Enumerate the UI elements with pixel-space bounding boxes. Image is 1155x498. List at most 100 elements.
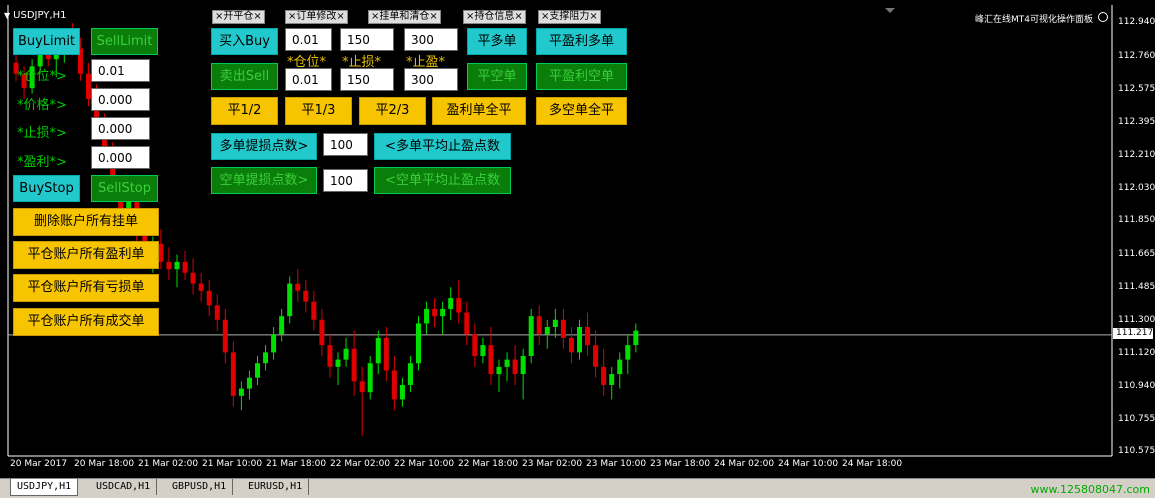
chart-title-text: USDJPY,H1: [13, 10, 67, 21]
candle-body: [311, 301, 317, 320]
buy-tp-input[interactable]: [404, 28, 458, 51]
candle-body: [528, 316, 534, 356]
price-label: *价格*>: [17, 98, 67, 113]
stoploss-input[interactable]: [91, 117, 150, 140]
close-profit-buy-button[interactable]: 平盈利多单: [536, 28, 627, 55]
buy-button[interactable]: 买入Buy: [211, 28, 278, 55]
price-tick: 112.940: [1118, 17, 1155, 27]
sell-trail-points-button[interactable]: 空单提损点数>: [211, 167, 317, 194]
candle-body: [295, 283, 301, 291]
candle-body: [407, 363, 413, 385]
tab-pending-clear[interactable]: ×挂单和清仓×: [368, 10, 441, 24]
close-sell-button[interactable]: 平空单: [467, 63, 527, 90]
time-tick: 21 Mar 18:00: [266, 459, 327, 469]
candle-body: [287, 283, 293, 317]
buy-lot-input[interactable]: [285, 28, 332, 51]
price-tick: 110.575: [1118, 446, 1155, 456]
candle-body: [174, 261, 180, 270]
price-tick: 112.210: [1118, 150, 1155, 160]
candle-body: [456, 298, 462, 313]
sell-lot-input[interactable]: [285, 68, 332, 91]
lot-input[interactable]: [91, 59, 150, 82]
time-tick: 23 Mar 02:00: [522, 459, 583, 469]
price-tick: 111.300: [1118, 315, 1155, 325]
close-all-orders-button[interactable]: 平仓账户所有成交单: [13, 308, 159, 336]
tab-gbpusd[interactable]: GBPUSD,H1: [166, 479, 234, 495]
sellstop-button[interactable]: SellStop: [91, 175, 158, 202]
website-label: www.125808047.com: [1030, 483, 1150, 496]
price-tick: 112.030: [1118, 183, 1155, 193]
tab-usdcad[interactable]: USDCAD,H1: [90, 479, 158, 495]
candle-body: [424, 308, 430, 324]
candle-body: [303, 290, 309, 302]
panel-brand: 峰汇在线MT4可视化操作面板: [975, 15, 1093, 25]
tab-order-modify[interactable]: ×订单修改×: [285, 10, 348, 24]
tab-eurusd[interactable]: EURUSD,H1: [242, 479, 310, 495]
price-tick: 111.485: [1118, 282, 1155, 292]
sell-sl-input[interactable]: [340, 68, 394, 91]
candle-body: [198, 283, 204, 291]
tab-support-resistance[interactable]: ×支撑阻力×: [538, 10, 601, 24]
candle-body: [552, 319, 558, 328]
tab-usdjpy[interactable]: USDJPY,H1: [10, 479, 79, 496]
buylimit-button[interactable]: BuyLimit: [13, 28, 80, 55]
candle-body: [246, 377, 252, 389]
tab-positions[interactable]: ×持仓信息×: [463, 10, 526, 24]
stoploss-label: *止损*>: [17, 126, 67, 141]
time-tick: 24 Mar 10:00: [778, 459, 839, 469]
buy-trail-points-button[interactable]: 多单提损点数>: [211, 133, 317, 160]
candle-body: [190, 272, 196, 284]
symbol-tab-bar: USDJPY,H1 USDCAD,H1 GBPUSD,H1 EURUSD,H1 …: [0, 478, 1155, 498]
candle-body: [230, 352, 236, 396]
candle-body: [367, 363, 373, 393]
close-profit-all-button[interactable]: 盈利单全平: [432, 97, 526, 125]
close-half-button[interactable]: 平1/2: [211, 97, 278, 125]
time-tick: 20 Mar 2017: [10, 459, 68, 469]
close-profit-orders-button[interactable]: 平仓账户所有盈利单: [13, 241, 159, 269]
time-tick: 21 Mar 10:00: [202, 459, 263, 469]
price-tick: 112.760: [1118, 51, 1155, 61]
candle-body: [238, 388, 244, 396]
price-tick: 111.665: [1118, 249, 1155, 259]
candle-body: [496, 366, 502, 375]
chart-shift-marker[interactable]: [885, 8, 895, 13]
time-tick: 23 Mar 10:00: [586, 459, 647, 469]
candle-body: [512, 359, 518, 375]
price-input[interactable]: [91, 88, 150, 111]
close-two-thirds-button[interactable]: 平2/3: [359, 97, 426, 125]
sell-trail-points-input[interactable]: [323, 169, 368, 192]
current-price-label: 111.217: [1113, 328, 1153, 339]
candle-body: [536, 316, 542, 335]
candle-body: [255, 363, 260, 378]
buy-trail-points-input[interactable]: [323, 133, 368, 156]
chart-area[interactable]: ▼ USDJPY,H1 峰汇在线MT4可视化操作面板 ×开平仓× ×订单修改× ×…: [0, 0, 1155, 478]
buystop-button[interactable]: BuyStop: [13, 175, 80, 202]
close-third-button[interactable]: 平1/3: [285, 97, 352, 125]
takeprofit-input[interactable]: [91, 146, 150, 169]
candle-body: [585, 327, 591, 346]
sell-tp-input[interactable]: [404, 68, 458, 91]
close-loss-orders-button[interactable]: 平仓账户所有亏损单: [13, 274, 159, 302]
time-tick: 22 Mar 18:00: [458, 459, 519, 469]
buy-sl-input[interactable]: [340, 28, 394, 51]
sell-button[interactable]: 卖出Sell: [211, 63, 278, 90]
close-profit-sell-button[interactable]: 平盈利空单: [536, 63, 627, 90]
delete-pending-button[interactable]: 删除账户所有挂单: [13, 208, 159, 236]
close-all-positions-button[interactable]: 多空单全平: [536, 97, 627, 125]
candle-body: [488, 345, 494, 375]
time-tick: 22 Mar 10:00: [394, 459, 455, 469]
candle-body: [633, 330, 639, 346]
selllimit-button[interactable]: SellLimit: [91, 28, 158, 55]
candle-body: [520, 355, 526, 375]
tab-open-close[interactable]: ×开平仓×: [212, 10, 265, 24]
candle-body: [271, 334, 277, 353]
candle-body: [166, 261, 172, 270]
takeprofit-label: *盈利*>: [17, 155, 67, 170]
buy-average-tp-button[interactable]: <多单平均止盈点数: [374, 133, 511, 160]
candle-body: [432, 308, 438, 317]
sell-average-tp-button[interactable]: <空单平均止盈点数: [374, 167, 511, 194]
candle-body: [544, 327, 550, 335]
dropdown-arrow-icon[interactable]: ▼: [4, 11, 10, 20]
time-tick: 24 Mar 18:00: [842, 459, 903, 469]
close-buy-button[interactable]: 平多单: [467, 28, 527, 55]
